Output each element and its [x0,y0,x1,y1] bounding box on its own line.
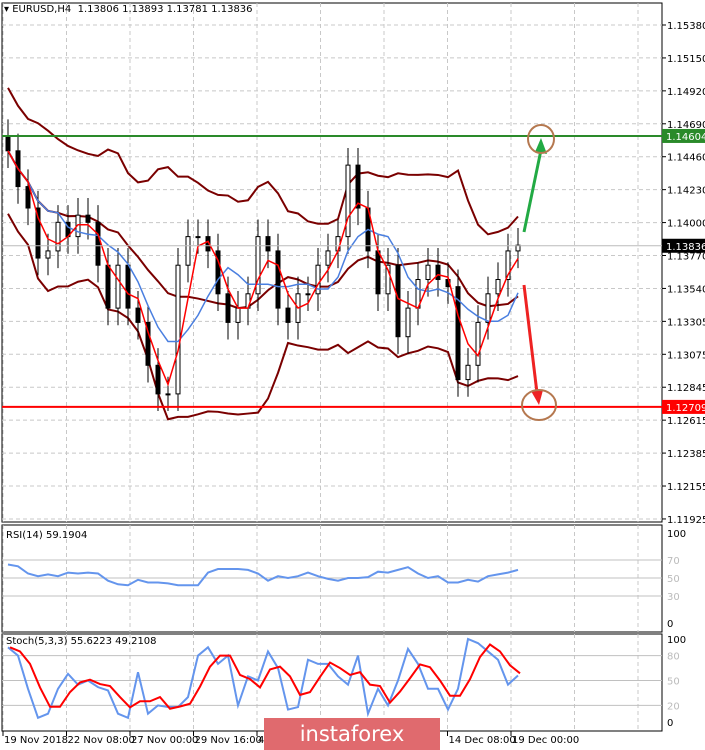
down-arrow [522,284,539,394]
watermark-logo: instaforex [264,718,440,750]
rsi-axis-label: 0 [667,619,673,630]
candle-body [165,393,171,396]
bollinger-lower [7,213,519,421]
candle-body [435,264,441,281]
candle-body [265,236,271,252]
down-arrow-head [531,390,543,405]
support-price-label: 1.12709 [666,403,705,414]
resistance-price-label: 1.14604 [666,132,705,143]
price-axis-label: 1.13540 [667,284,705,295]
candle-body [95,221,101,266]
rsi-label: RSI(14) 59.1904 [6,530,87,541]
time-axis-label: 19 Nov 2018 [4,735,68,746]
chart-title: ▾ EURUSD,H4 1.13806 1.13893 1.13781 1.13… [4,4,253,15]
candle-body [345,164,351,238]
candle-body [475,321,481,366]
up-arrow [522,149,543,233]
price-axis-label: 1.14230 [667,186,705,197]
candle-body [235,307,241,323]
candle-body [325,250,331,266]
stoch-axis-label: 50 [667,677,680,688]
candle-body [155,364,161,395]
time-axis-label: 27 Nov 00:00 [131,735,198,746]
price-axis-label: 1.13770 [667,252,705,263]
stoch-panel [1,633,663,732]
stoch-label: Stoch(5,3,3) 55.6223 49.2108 [6,636,157,647]
candle-body [405,307,411,338]
price-axis-label: 1.14920 [667,87,705,98]
bollinger-upper [7,87,519,236]
chart-canvas[interactable]: 1.153801.151501.149201.146901.144601.142… [0,0,705,750]
candle-body [285,307,291,323]
candle-body [105,264,111,309]
time-axis-label: 29 Nov 16:00 [195,735,262,746]
candle-body [175,264,181,395]
rsi-line [7,563,519,587]
rsi-axis-label: 70 [667,556,680,567]
candle-body [135,307,141,323]
rsi-axis-label: 100 [667,529,686,540]
price-axis-label: 1.12615 [667,416,705,427]
price-axis-label: 1.15380 [667,21,705,32]
time-axis-label: 14 Dec 08:00 [449,735,516,746]
price-axis-label: 1.14460 [667,153,705,164]
candle-body [115,264,121,309]
stoch-k-line [7,637,519,720]
time-axis-label: 22 Nov 08:00 [68,735,135,746]
candle-body [195,236,201,239]
candle-body [275,250,281,309]
price-axis-label: 1.14000 [667,219,705,230]
candle-body [225,293,231,323]
candle-body [355,164,361,209]
price-axis-label: 1.12845 [667,383,705,394]
trading-chart[interactable]: 1.15380 1.15150 1.14920 1.14690 1.14460 1.142… [0,0,705,750]
time-axis-label: 19 Dec 00:00 [512,735,579,746]
stoch-axis-label: 80 [667,652,680,663]
current-price-label: 1.13836 [666,242,705,253]
stoch-axis-label: 100 [667,635,686,646]
rsi-axis-label: 50 [667,574,680,585]
symbol-label: EURUSD,H4 [12,4,72,15]
ohlc-values: 1.13806 1.13893 1.13781 1.13836 [77,4,253,15]
candle-body [495,279,501,295]
candle-body [305,293,311,296]
stoch-axis-label: 20 [667,701,680,712]
candle-body [185,236,191,266]
candle-body [125,264,131,309]
candle-body [465,364,471,381]
candle-body [395,264,401,338]
price-axis-label: 1.13305 [667,317,705,328]
candle-body [375,250,381,295]
price-axis-label: 1.11925 [667,515,705,526]
candle-body [425,264,431,281]
candle-body [45,250,51,259]
price-axis-label: 1.12155 [667,482,705,493]
price-axis-label: 1.13075 [667,350,705,361]
candle-body [485,293,491,323]
candle-body [85,214,91,223]
candle-body [55,221,61,252]
price-axis-label: 1.12385 [667,449,705,460]
candle-body [5,136,11,152]
rsi-axis-label: 30 [667,592,680,603]
candle-body [25,186,31,209]
stoch-axis-label: 0 [667,718,673,729]
price-axis-label: 1.15150 [667,54,705,65]
